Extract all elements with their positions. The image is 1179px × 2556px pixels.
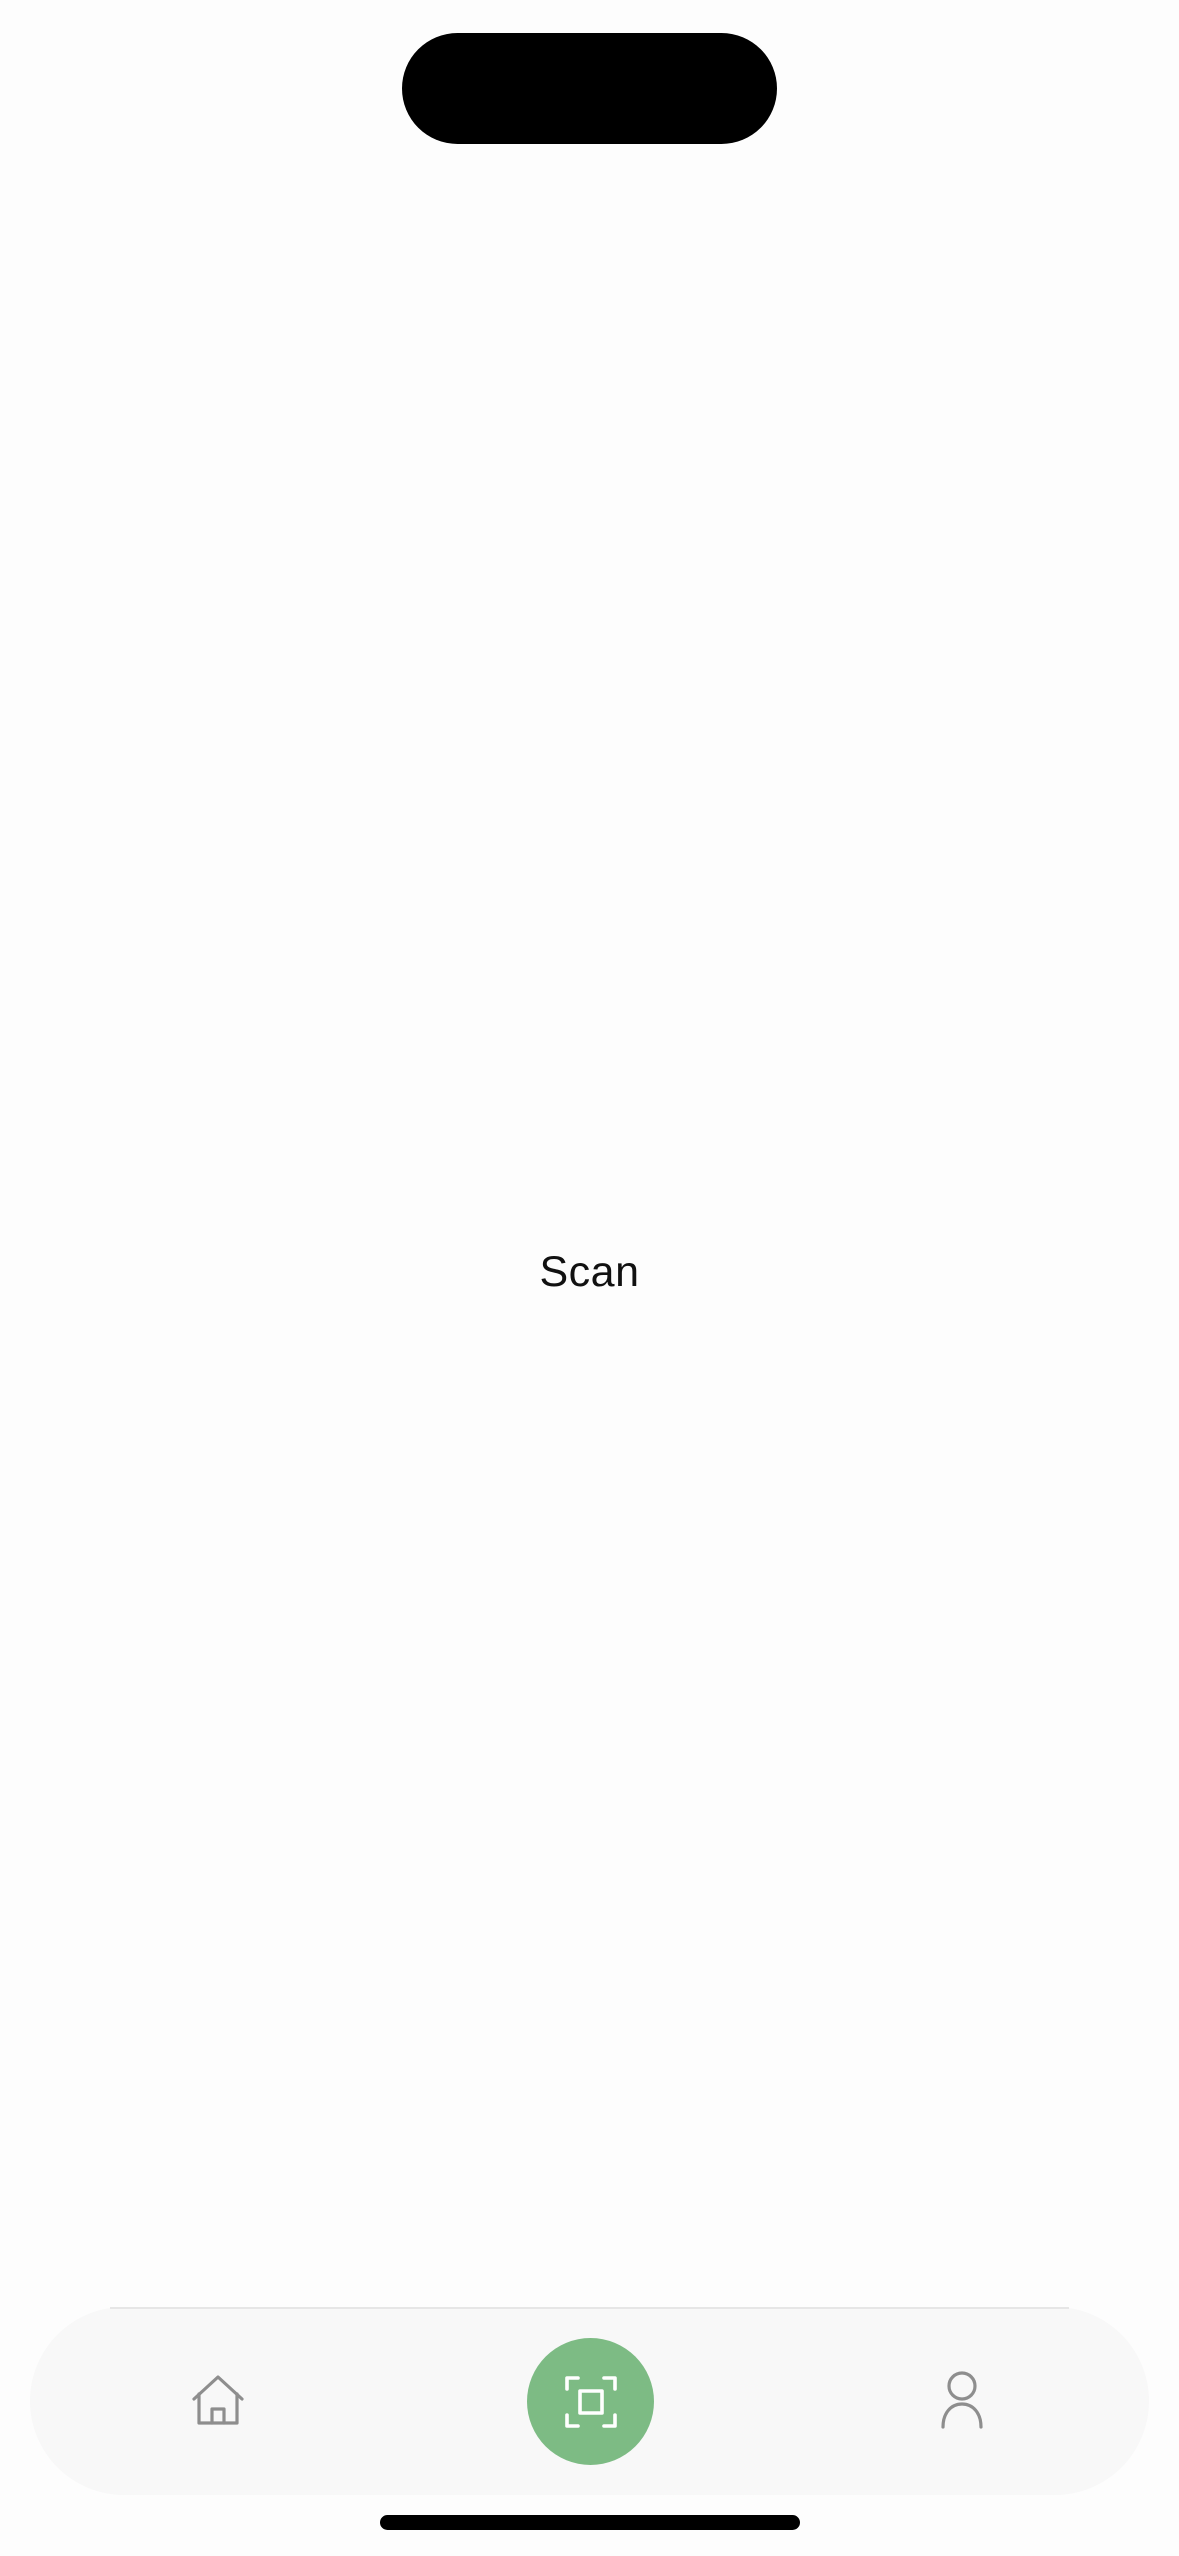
home-indicator [380,2515,800,2530]
scan-icon [563,2374,619,2430]
tab-scan[interactable] [527,2338,654,2465]
page-title: Scan [539,1248,640,1296]
tab-bar-divider [110,2307,1069,2309]
home-icon [190,2372,246,2428]
tab-home[interactable] [168,2350,268,2450]
person-icon [934,2370,990,2430]
tab-profile[interactable] [912,2350,1012,2450]
dynamic-island [402,33,777,144]
